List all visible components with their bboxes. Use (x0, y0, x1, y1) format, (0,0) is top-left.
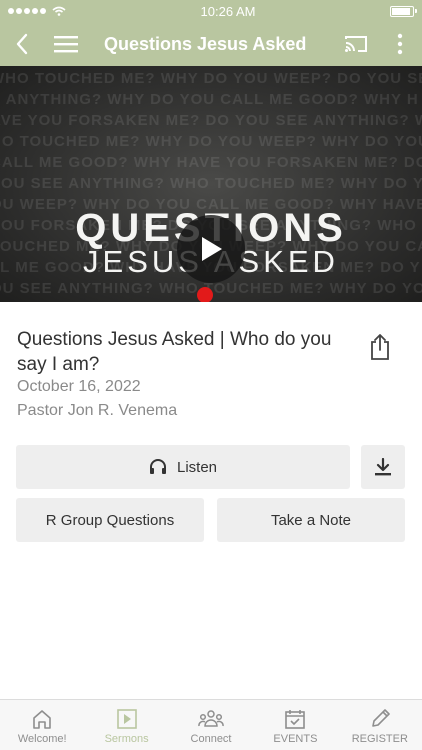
status-bar: 10:26 AM (0, 0, 422, 22)
sermon-title: Questions Jesus Asked | Who do you say I… (17, 329, 332, 375)
back-icon (16, 33, 28, 55)
listen-label: Listen (176, 458, 218, 476)
status-time: 10:26 AM (200, 3, 256, 19)
tab-welcome[interactable]: Welcome! (0, 700, 84, 750)
listen-button[interactable]: Listen (16, 445, 350, 489)
tab-connect[interactable]: Connect (169, 700, 253, 750)
play-button[interactable] (177, 215, 245, 283)
signal-indicator (8, 6, 66, 16)
menu-icon (54, 36, 78, 53)
tab-register[interactable]: REGISTER (338, 700, 422, 750)
back-button[interactable] (0, 22, 44, 66)
tab-label: REGISTER (351, 733, 408, 745)
battery-level (392, 7, 411, 15)
tab-label: Welcome! (17, 733, 67, 745)
menu-button[interactable] (44, 22, 88, 66)
pencil-icon (372, 709, 390, 727)
play-square-icon (116, 709, 137, 729)
page-title: Questions Jesus Asked (104, 33, 307, 54)
wifi-icon (52, 6, 66, 16)
tab-events[interactable]: EVENTS (253, 700, 337, 750)
more-vertical-icon (397, 33, 403, 55)
app-header: Questions Jesus Asked (0, 22, 422, 66)
download-icon (375, 458, 391, 476)
share-button[interactable] (366, 331, 394, 363)
sermon-video[interactable]: WHO TOUCHED ME? WHY DO YOU WEEP? DO YOU … (0, 66, 422, 302)
battery-icon (390, 5, 417, 17)
share-icon (371, 334, 389, 360)
calendar-icon (285, 710, 306, 729)
home-icon (33, 710, 52, 729)
headphones-icon (149, 459, 166, 474)
sermon-speaker: Pastor Jon R. Venema (17, 402, 178, 419)
more-button[interactable] (378, 22, 422, 66)
progress-dot[interactable] (197, 287, 213, 302)
tab-sermons[interactable]: Sermons (84, 700, 168, 750)
tab-bar: Welcome! Sermons Connect EVENTS REGISTER (0, 699, 422, 750)
take-note-button[interactable]: Take a Note (217, 498, 405, 542)
cast-icon (345, 36, 367, 52)
download-button[interactable] (361, 445, 405, 489)
tab-label: Sermons (104, 733, 149, 745)
sermon-date: October 16, 2022 (17, 378, 141, 395)
tab-label: EVENTS (273, 733, 318, 745)
rgroup-questions-button[interactable]: R Group Questions (16, 498, 204, 542)
people-icon (198, 710, 224, 727)
cast-button[interactable] (334, 22, 378, 66)
play-icon (202, 237, 222, 261)
tab-label: Connect (190, 733, 232, 745)
